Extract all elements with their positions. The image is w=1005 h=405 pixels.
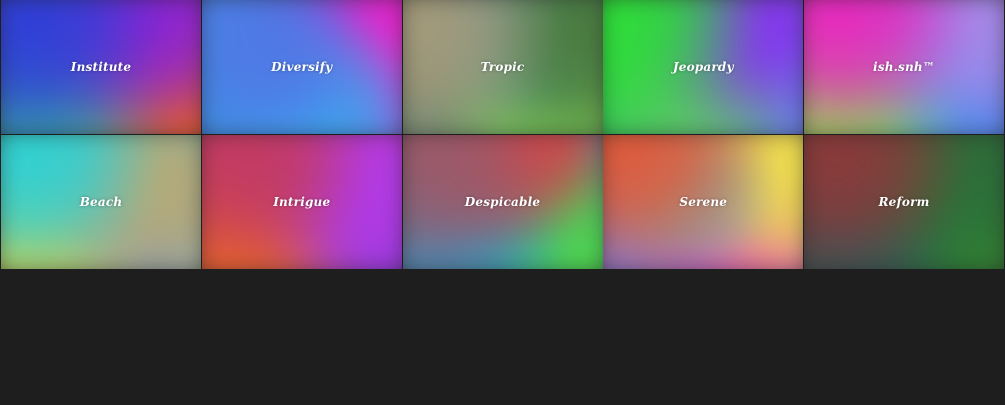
- tile-label: Beach: [79, 195, 123, 209]
- gradient-tile-reform[interactable]: Reform: [804, 135, 1004, 269]
- gradient-tile-institute[interactable]: Institute: [1, 0, 201, 134]
- tile-label: Institute: [70, 60, 132, 74]
- tile-label: Intrigue: [273, 195, 331, 209]
- gradient-tile-intrigue[interactable]: Intrigue: [201, 135, 402, 269]
- tile-label: Tropic: [480, 60, 525, 74]
- tile-label: Jeopardy: [672, 60, 734, 74]
- tile-label: ish.snh™: [872, 60, 936, 74]
- tile-label: Diversify: [271, 60, 333, 74]
- tile-label: Despicable: [464, 195, 541, 209]
- gradient-grid: Institute Diversify Tropic Jeopardy ish.…: [1, 0, 1004, 270]
- tile-label: Reform: [878, 195, 930, 209]
- gradient-tile-serene[interactable]: Serene: [603, 135, 804, 269]
- gradient-tile-despicable[interactable]: Despicable: [402, 135, 603, 269]
- tile-label: Serene: [679, 195, 728, 209]
- gradient-tile-beach[interactable]: Beach: [1, 135, 201, 269]
- gradient-tile-ish-snh[interactable]: ish.snh™: [804, 0, 1004, 134]
- empty-area: [0, 270, 1005, 405]
- gradient-tile-jeopardy[interactable]: Jeopardy: [603, 0, 804, 134]
- gradient-tile-tropic[interactable]: Tropic: [402, 0, 603, 134]
- gradient-tile-diversify[interactable]: Diversify: [201, 0, 402, 134]
